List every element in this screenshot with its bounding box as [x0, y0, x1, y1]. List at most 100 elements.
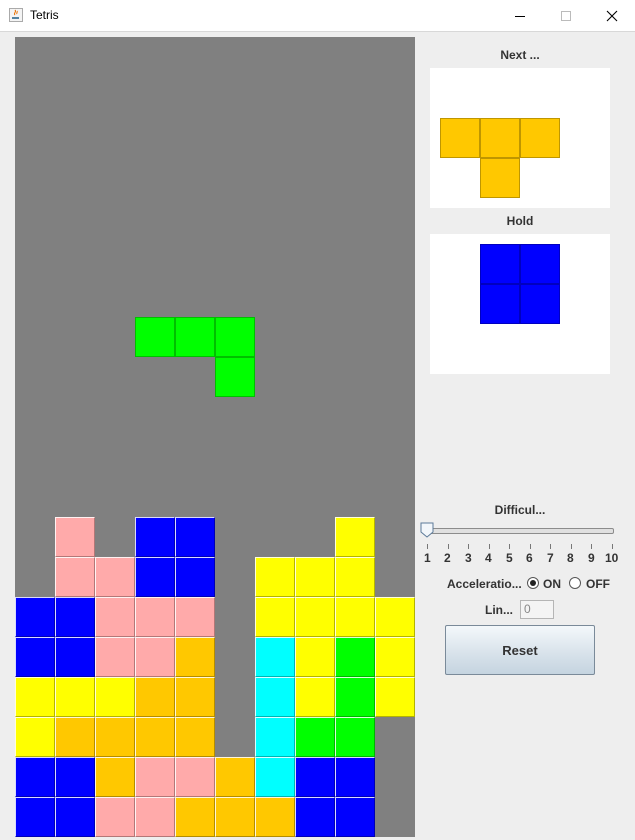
- board-block: [295, 637, 335, 677]
- difficulty-tick-label: 8: [567, 551, 574, 565]
- close-button[interactable]: [589, 0, 635, 31]
- board-block: [55, 677, 95, 717]
- board-block: [55, 637, 95, 677]
- board-block: [135, 757, 175, 797]
- difficulty-tick-label: 4: [485, 551, 492, 565]
- board-block: [375, 677, 415, 717]
- hold-piece-block: [480, 284, 520, 324]
- board-block: [255, 797, 295, 837]
- falling-piece-block: [215, 317, 255, 357]
- acceleration-on-radio[interactable]: [527, 577, 539, 589]
- difficulty-tick-label: 6: [526, 551, 533, 565]
- reset-button[interactable]: Reset: [445, 625, 595, 675]
- difficulty-tick: [489, 544, 490, 549]
- difficulty-tick-label: 9: [588, 551, 595, 565]
- falling-piece-block: [215, 357, 255, 397]
- falling-piece-block: [135, 317, 175, 357]
- title-bar: Tetris: [0, 0, 635, 32]
- acceleration-on-label[interactable]: ON: [543, 577, 561, 591]
- board-block: [95, 797, 135, 837]
- board-block: [55, 557, 95, 597]
- difficulty-tick-label: 5: [506, 551, 513, 565]
- board-block: [95, 597, 135, 637]
- close-icon: [606, 10, 618, 21]
- game-board[interactable]: [15, 37, 415, 837]
- board-block: [215, 757, 255, 797]
- board-block: [295, 797, 335, 837]
- next-piece-block: [480, 158, 520, 198]
- board-block: [175, 517, 215, 557]
- board-block: [15, 797, 55, 837]
- board-block: [295, 597, 335, 637]
- hold-label: Hold: [506, 214, 534, 228]
- difficulty-tick: [448, 544, 449, 549]
- difficulty-tick: [509, 544, 510, 549]
- board-block: [335, 677, 375, 717]
- hold-piece-preview: [430, 234, 610, 374]
- difficulty-tick-label: 10: [605, 551, 619, 565]
- maximize-button[interactable]: [543, 0, 589, 31]
- board-block: [55, 597, 95, 637]
- window-title: Tetris: [30, 8, 59, 22]
- board-block: [55, 757, 95, 797]
- difficulty-slider-thumb[interactable]: [420, 522, 434, 538]
- board-block: [255, 597, 295, 637]
- board-block: [135, 637, 175, 677]
- board-block: [135, 717, 175, 757]
- minimize-icon: [515, 15, 525, 17]
- board-block: [135, 797, 175, 837]
- board-block: [135, 517, 175, 557]
- board-block: [335, 797, 375, 837]
- board-block: [375, 637, 415, 677]
- next-piece-block: [440, 118, 480, 158]
- hold-piece-block: [520, 244, 560, 284]
- difficulty-tick: [427, 544, 428, 549]
- board-block: [215, 797, 255, 837]
- board-block: [335, 637, 375, 677]
- difficulty-slider-track[interactable]: [424, 528, 614, 534]
- acceleration-off-label[interactable]: OFF: [586, 577, 610, 591]
- board-block: [95, 757, 135, 797]
- board-block: [295, 677, 335, 717]
- board-block: [135, 597, 175, 637]
- board-block: [175, 717, 215, 757]
- difficulty-tick: [468, 544, 469, 549]
- board-block: [175, 797, 215, 837]
- java-app-icon: [9, 8, 23, 22]
- difficulty-tick: [550, 544, 551, 549]
- board-block: [95, 717, 135, 757]
- lines-field: 0: [520, 600, 554, 619]
- hold-piece-block: [480, 244, 520, 284]
- board-block: [175, 557, 215, 597]
- board-block: [15, 677, 55, 717]
- board-block: [95, 557, 135, 597]
- board-block: [95, 677, 135, 717]
- acceleration-off-radio[interactable]: [569, 577, 581, 589]
- board-block: [175, 597, 215, 637]
- difficulty-tick-label: 7: [547, 551, 554, 565]
- next-label: Next ...: [500, 48, 540, 62]
- board-block: [15, 597, 55, 637]
- board-block: [335, 517, 375, 557]
- board-block: [15, 757, 55, 797]
- minimize-button[interactable]: [497, 0, 543, 31]
- board-block: [255, 757, 295, 797]
- acceleration-label: Acceleratio...: [447, 577, 522, 591]
- lines-label: Lin...: [485, 603, 513, 617]
- board-block: [175, 757, 215, 797]
- next-piece-block: [520, 118, 560, 158]
- board-block: [295, 757, 335, 797]
- board-block: [295, 717, 335, 757]
- difficulty-tick-label: 3: [465, 551, 472, 565]
- board-block: [255, 717, 295, 757]
- difficulty-tick-label: 2: [444, 551, 451, 565]
- difficulty-label: Difficul...: [494, 503, 546, 517]
- board-block: [135, 557, 175, 597]
- board-block: [15, 717, 55, 757]
- board-block: [255, 677, 295, 717]
- board-block: [295, 557, 335, 597]
- board-block: [55, 797, 95, 837]
- board-block: [375, 597, 415, 637]
- difficulty-tick-label: 1: [424, 551, 431, 565]
- maximize-icon: [561, 10, 571, 21]
